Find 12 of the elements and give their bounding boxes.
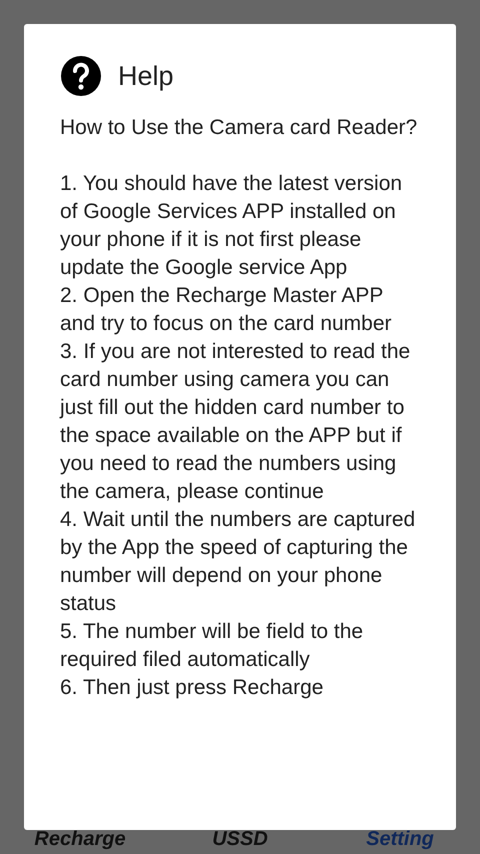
tab[interactable]: USSD — [160, 824, 320, 854]
help-icon — [60, 55, 102, 97]
dialog-title: Help — [118, 60, 174, 93]
help-step: 2. Open the Recharge Master APP and try to focus on the card number — [60, 282, 420, 338]
tab[interactable]: Recharge — [0, 824, 160, 854]
help-heading: How to Use the Camera card Reader? — [60, 115, 418, 141]
tab[interactable]: Setting — [320, 824, 480, 854]
help-step: 4. Wait until the numbers are captured by the App the speed of capturing the number will depend on your phone status — [60, 506, 420, 618]
help-step: 6. Then just press Recharge — [60, 674, 420, 702]
help-step: 1. You should have the latest version of Google Services APP installed on your phone if it is not first please update the Google service App — [60, 170, 420, 282]
help-step: 5. The number will be field to the required filed automatically — [60, 618, 420, 674]
help-step: 3. If you are not interested to read the card number using camera you can just fill out the hidden card number to the space available on the APP but if you need to read the numbers using the camera, please continue — [60, 338, 420, 506]
